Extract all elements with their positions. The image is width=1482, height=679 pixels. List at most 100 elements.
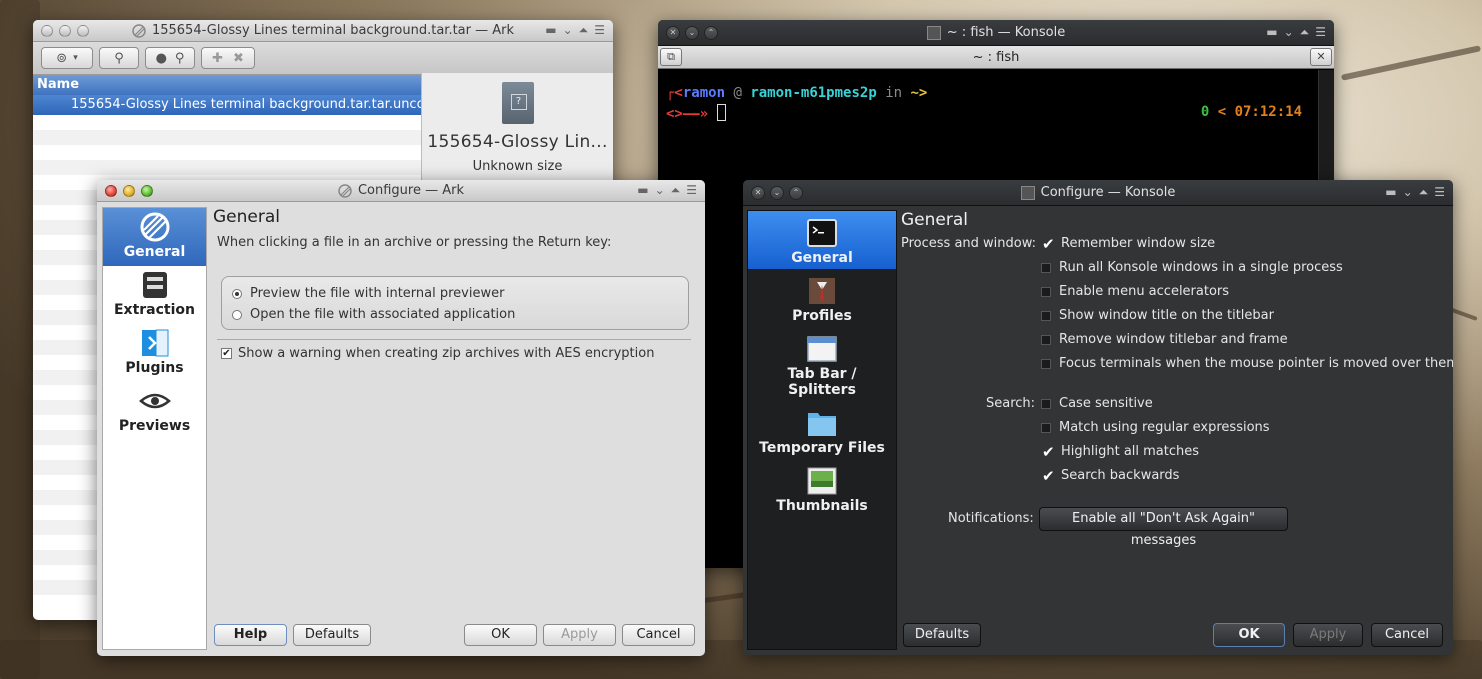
option-case-sensitive[interactable]: Case sensitive <box>1041 396 1153 411</box>
text-cursor <box>716 104 726 121</box>
chevron-down-icon[interactable]: ⌄ <box>563 23 573 38</box>
minimize-window-button[interactable] <box>59 25 71 37</box>
notifications-label: Notifications: <box>948 511 1034 526</box>
close-window-button[interactable] <box>105 185 117 197</box>
checkbox[interactable] <box>1041 262 1051 273</box>
option-highlight[interactable]: ✔ Highlight all matches <box>1041 444 1199 459</box>
checkbox[interactable] <box>1041 334 1051 345</box>
chevron-down-icon[interactable]: ⌄ <box>1403 185 1413 200</box>
ok-button[interactable]: OK <box>1213 623 1285 647</box>
radio-button[interactable] <box>232 288 242 299</box>
shade-icon[interactable]: ▬ <box>545 23 556 38</box>
checkbox[interactable] <box>1041 310 1051 321</box>
ark-app-icon <box>132 23 146 38</box>
ark-titlebar[interactable]: 155654-Glossy Lines terminal background.… <box>33 20 613 42</box>
zoom-window-button[interactable] <box>77 25 89 37</box>
sidebar-item-thumbnails[interactable]: Thumbnails <box>748 459 896 517</box>
sidebar-item-tabbar[interactable]: Tab Bar / Splitters <box>748 327 896 401</box>
maximize-window-button[interactable]: ⌃ <box>789 186 803 200</box>
option-remember-size[interactable]: ✔ Remember window size <box>1041 236 1215 251</box>
maximize-window-button[interactable]: ⌃ <box>704 26 718 40</box>
cancel-button[interactable]: Cancel <box>622 624 695 646</box>
radio-preview-option[interactable]: Preview the file with internal previewer <box>232 286 504 301</box>
option-single-process[interactable]: Run all Konsole windows in a single proc… <box>1041 260 1343 275</box>
dialog-titlebar[interactable]: Configure — Ark ▬ ⌄ ⏶ ☰ <box>97 180 705 202</box>
chevron-down-icon[interactable]: ⌄ <box>655 183 665 198</box>
column-header-name[interactable]: Name <box>33 75 421 95</box>
open-menu-button[interactable]: ⊚ ▾ <box>41 47 93 69</box>
sidebar-item-label: Extraction <box>113 302 195 318</box>
menu-icon[interactable]: ☰ <box>594 23 605 38</box>
option-label: Show window title on the titlebar <box>1059 308 1274 323</box>
menu-icon[interactable]: ☰ <box>1434 185 1445 200</box>
minimize-window-button[interactable]: ⌄ <box>685 26 699 40</box>
checkbox[interactable] <box>1041 358 1051 369</box>
close-window-button[interactable]: ✕ <box>666 26 680 40</box>
exit-status: 0 <box>1200 104 1210 120</box>
option-backwards[interactable]: ✔ Search backwards <box>1041 468 1179 483</box>
option-remove-titlebar[interactable]: Remove window titlebar and frame <box>1041 332 1288 347</box>
terminal-icon <box>926 25 941 40</box>
radio-button[interactable] <box>232 309 242 320</box>
help-button[interactable]: Help <box>214 624 287 646</box>
terminal-icon <box>1020 185 1035 200</box>
checkbox[interactable]: ✔ <box>221 348 232 359</box>
checkbox-label: Show a warning when creating zip archive… <box>238 346 655 361</box>
preview-open-button[interactable]: ● ⚲ <box>145 47 195 69</box>
radio-open-option[interactable]: Open the file with associated applicatio… <box>232 307 515 322</box>
option-regex[interactable]: Match using regular expressions <box>1041 420 1270 435</box>
apply-button[interactable]: Apply <box>1293 623 1363 647</box>
aes-warning-option[interactable]: ✔ Show a warning when creating zip archi… <box>221 346 654 361</box>
enable-messages-button[interactable]: Enable all "Don't Ask Again" messages <box>1039 507 1288 548</box>
tab-fish[interactable]: ~ : fish <box>973 50 1020 65</box>
checkbox[interactable]: ✔ <box>1041 444 1055 459</box>
chevron-up-icon[interactable]: ⏶ <box>671 183 681 198</box>
defaults-button[interactable]: Defaults <box>903 623 981 647</box>
sidebar-item-general[interactable]: General <box>748 211 896 269</box>
konsole-titlebar[interactable]: ✕ ⌄ ⌃ ~ : fish — Konsole ▬ ⌄ ⏶ ☰ <box>658 20 1334 46</box>
sidebar-item-extraction[interactable]: Extraction <box>103 266 206 324</box>
zoom-window-button[interactable] <box>141 185 153 197</box>
shade-icon[interactable]: ▬ <box>1385 185 1396 200</box>
ok-button[interactable]: OK <box>464 624 537 646</box>
cancel-button[interactable]: Cancel <box>1371 623 1443 647</box>
prompt-line-1: ┌<ramon @ ramon-m61pmes2p in ~> <box>666 85 1310 104</box>
close-window-button[interactable] <box>41 25 53 37</box>
new-tab-button[interactable]: ⧉ <box>660 48 682 66</box>
close-tab-button[interactable]: ✕ <box>1310 48 1332 66</box>
defaults-button[interactable]: Defaults <box>293 624 371 646</box>
chevron-up-icon[interactable]: ⏶ <box>1300 25 1310 40</box>
add-remove-button[interactable]: ✚ ✖ <box>201 47 255 69</box>
checkbox[interactable]: ✔ <box>1041 468 1055 483</box>
minimize-window-button[interactable]: ⌄ <box>770 186 784 200</box>
option-show-title[interactable]: Show window title on the titlebar <box>1041 308 1274 323</box>
window-manager-controls: ▬ ⌄ ⏶ ☰ <box>637 183 697 198</box>
search-button[interactable]: ⚲ <box>99 47 139 69</box>
sidebar-item-temporary-files[interactable]: Temporary Files <box>748 401 896 459</box>
checkbox[interactable] <box>1041 422 1051 433</box>
shade-icon[interactable]: ▬ <box>637 183 648 198</box>
list-item[interactable]: 155654-Glossy Lines terminal background.… <box>33 95 421 115</box>
page-title: General <box>901 210 968 230</box>
checkbox[interactable] <box>1041 398 1051 409</box>
sidebar-item-plugins[interactable]: Plugins <box>103 324 206 382</box>
preview-file-size: Unknown size <box>472 159 563 174</box>
apply-button[interactable]: Apply <box>543 624 616 646</box>
dialog-titlebar[interactable]: ✕ ⌄ ⌃ Configure — Konsole ▬ ⌄ ⏶ ☰ <box>743 180 1453 206</box>
menu-icon[interactable]: ☰ <box>686 183 697 198</box>
chevron-up-icon[interactable]: ⏶ <box>579 23 589 38</box>
shade-icon[interactable]: ▬ <box>1266 25 1277 40</box>
option-focus-mouse[interactable]: Focus terminals when the mouse pointer i… <box>1041 356 1453 371</box>
chevron-down-icon[interactable]: ⌄ <box>1284 25 1294 40</box>
minimize-window-button[interactable] <box>123 185 135 197</box>
close-window-button[interactable]: ✕ <box>751 186 765 200</box>
option-menu-accelerators[interactable]: Enable menu accelerators <box>1041 284 1229 299</box>
checkbox[interactable] <box>1041 286 1051 297</box>
chevron-up-icon[interactable]: ⏶ <box>1419 185 1429 200</box>
option-label: Enable menu accelerators <box>1059 284 1230 299</box>
menu-icon[interactable]: ☰ <box>1315 25 1326 40</box>
sidebar-item-general[interactable]: General <box>103 208 206 266</box>
sidebar-item-profiles[interactable]: Profiles <box>748 269 896 327</box>
checkbox[interactable]: ✔ <box>1041 236 1055 251</box>
sidebar-item-previews[interactable]: Previews <box>103 382 206 440</box>
